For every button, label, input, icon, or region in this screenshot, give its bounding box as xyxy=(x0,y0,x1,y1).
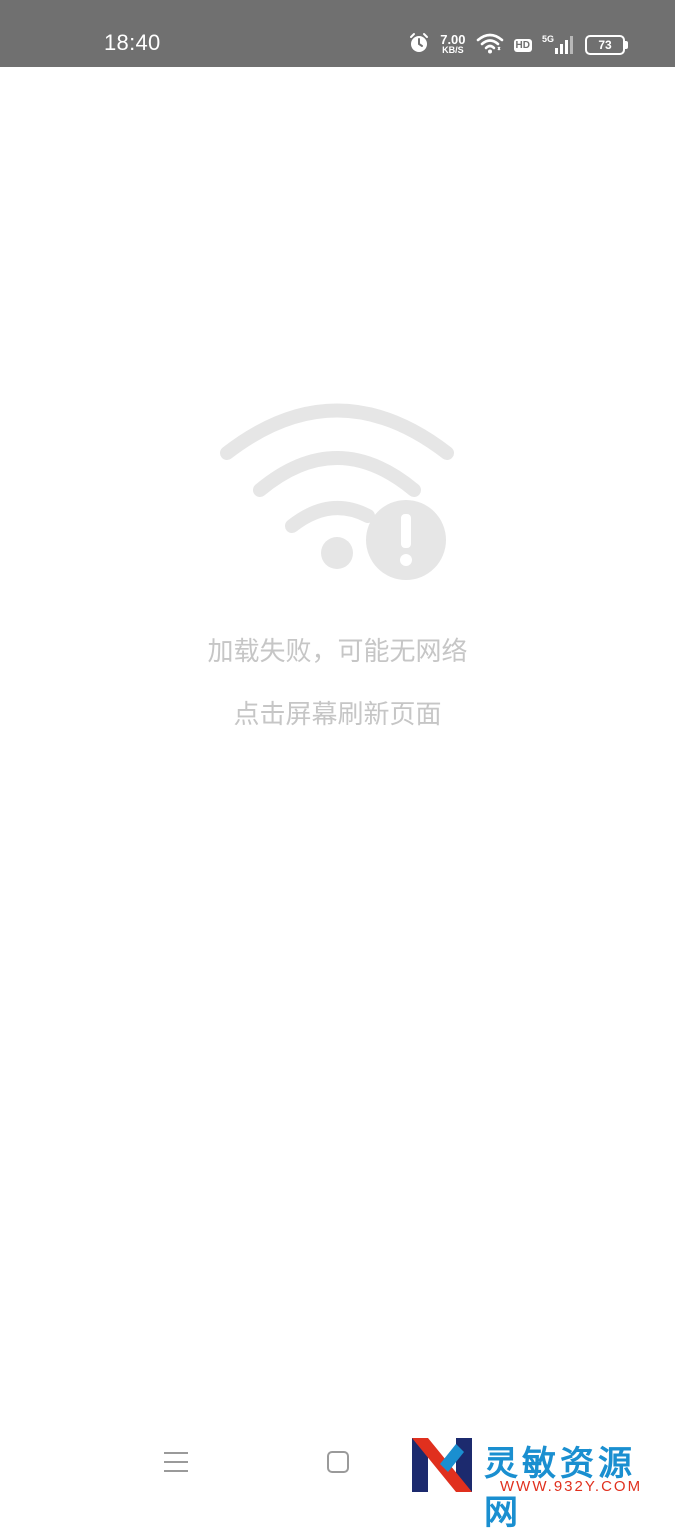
alarm-icon xyxy=(408,32,430,58)
error-message: 加载失败，可能无网络 xyxy=(207,637,468,667)
hd-icon: HD xyxy=(513,38,532,52)
battery-icon: 73 xyxy=(585,35,628,55)
status-time: 18:40 xyxy=(104,30,161,55)
watermark-logo xyxy=(412,1438,472,1492)
network-gen-label: 5G xyxy=(541,34,554,44)
status-icons: 7.00 KB/S HD 5G 73 xyxy=(408,30,628,60)
net-speed-unit: KB/S xyxy=(442,45,464,55)
battery-level: 73 xyxy=(598,38,612,52)
watermark-url: WWW.932Y.COM xyxy=(500,1478,643,1495)
watermark: 灵敏资源网 WWW.932Y.COM xyxy=(410,1434,670,1533)
wifi-icon xyxy=(476,32,504,58)
net-speed-value: 7.00 xyxy=(440,32,466,47)
refresh-hint: 点击屏幕刷新页面 xyxy=(233,700,442,730)
home-icon[interactable] xyxy=(320,1444,356,1480)
net-speed: 7.00 KB/S xyxy=(440,32,466,56)
cellular-signal-icon: 5G xyxy=(541,34,575,54)
menu-icon[interactable] xyxy=(158,1444,194,1480)
refresh-area[interactable]: 加载失败，可能无网络 点击屏幕刷新页面 xyxy=(0,67,675,1420)
wifi-error-icon xyxy=(220,403,454,580)
status-bar: 18:40 7.00 KB/S HD 5G 73 xyxy=(0,0,675,67)
